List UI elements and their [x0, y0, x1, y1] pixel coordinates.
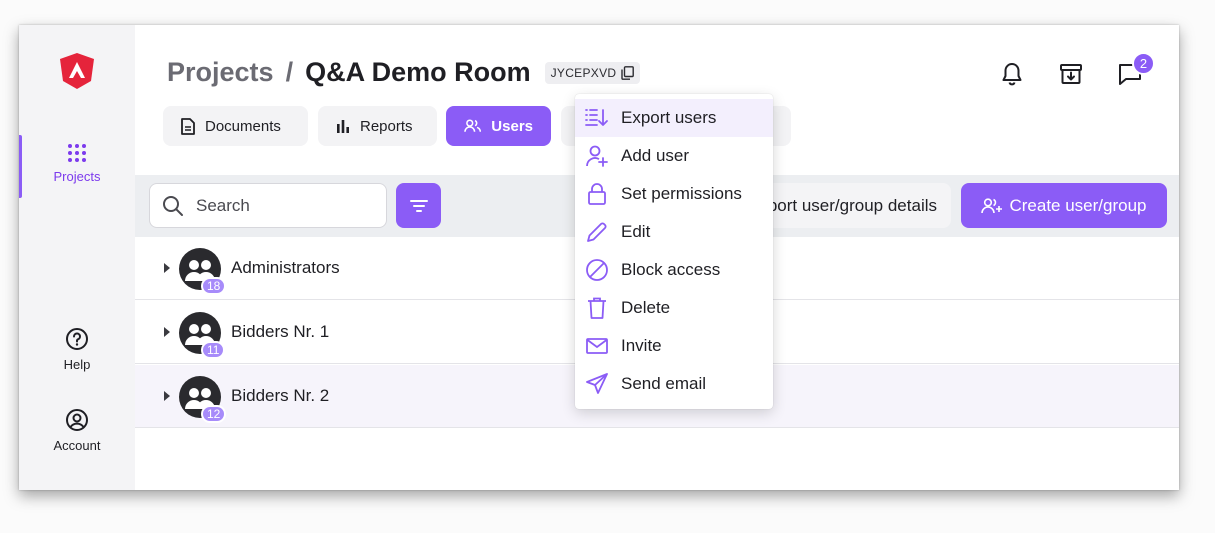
menu-item-delete[interactable]: Delete	[575, 289, 773, 327]
caret-right-icon[interactable]	[163, 327, 171, 337]
breadcrumb: Projects / Q&A Demo Room JYCEPXVD	[167, 57, 641, 88]
menu-item-add-user[interactable]: Add user	[575, 137, 773, 175]
sidebar-item-help[interactable]: Help	[19, 327, 135, 372]
tab-label: Reports	[360, 117, 413, 135]
help-circle-icon	[66, 328, 88, 350]
bell-icon[interactable]	[999, 61, 1025, 87]
caret-right-icon[interactable]	[163, 263, 171, 273]
menu-item-label: Export users	[621, 108, 717, 127]
menu-item-invite[interactable]: Invite	[575, 327, 773, 365]
pencil-icon	[587, 222, 607, 242]
member-count-badge: 18	[201, 277, 227, 295]
users-icon	[464, 119, 482, 132]
sidebar-item-account[interactable]: Account	[19, 408, 135, 453]
account-circle-icon	[66, 409, 88, 431]
lock-icon	[588, 183, 606, 205]
member-count-badge: 12	[201, 405, 227, 423]
menu-item-label: Invite	[621, 336, 662, 355]
grid-dots-icon	[68, 144, 86, 162]
menu-item-label: Send email	[621, 374, 707, 393]
export-list-icon	[585, 109, 608, 126]
group-name[interactable]: Bidders Nr. 1	[231, 322, 329, 342]
caret-right-icon[interactable]	[163, 391, 171, 401]
sidebar: Projects Help Account	[19, 25, 135, 490]
member-count-badge: 11	[201, 341, 226, 359]
menu-item-label: Add user	[621, 146, 690, 165]
page-title: Q&A Demo Room	[305, 57, 531, 87]
trash-icon	[588, 297, 606, 319]
search-input[interactable]: Search	[149, 183, 387, 228]
menu-item-label: Block access	[621, 260, 721, 279]
breadcrumb-separator: /	[285, 57, 294, 87]
export-details-label: Export user/group details	[748, 195, 937, 215]
room-code: JYCEPXVD	[550, 65, 617, 80]
menu-item-label: Edit	[621, 222, 651, 241]
menu-item-set-permissions[interactable]: Set permissions	[575, 175, 773, 213]
search-icon	[163, 195, 183, 216]
bar-chart-icon	[337, 120, 349, 133]
tab-reports[interactable]: Reports	[318, 106, 437, 146]
mail-icon	[586, 338, 608, 354]
copy-icon[interactable]	[621, 65, 635, 80]
room-code-badge[interactable]: JYCEPXVD	[544, 61, 641, 84]
archive-download-icon[interactable]	[1058, 61, 1084, 87]
app-window: Projects Help Account Projects / Q&A Dem…	[19, 25, 1179, 490]
document-icon	[181, 117, 195, 135]
tab-users[interactable]: Users	[446, 106, 551, 146]
add-users-icon	[981, 197, 1003, 213]
create-button-label: Create user/group	[1009, 195, 1147, 215]
sidebar-item-label: Account	[53, 438, 101, 453]
menu-item-export-users[interactable]: Export users	[575, 99, 773, 137]
filter-icon	[409, 199, 428, 212]
menu-item-block-access[interactable]: Block access	[575, 251, 773, 289]
menu-item-label: Delete	[621, 298, 671, 317]
search-placeholder: Search	[196, 195, 250, 215]
tab-label: Documents	[205, 117, 281, 135]
sidebar-item-label: Help	[63, 357, 91, 372]
filter-button[interactable]	[396, 183, 441, 228]
sidebar-item-projects[interactable]: Projects	[19, 143, 135, 184]
send-icon	[586, 373, 608, 394]
tab-label: Users	[491, 117, 533, 135]
group-name[interactable]: Administrators	[231, 258, 340, 278]
sidebar-item-label: Projects	[53, 169, 101, 184]
breadcrumb-projects-link[interactable]: Projects	[167, 57, 274, 88]
add-user-icon	[586, 145, 608, 167]
menu-item-label: Set permissions	[621, 184, 742, 203]
create-user-group-button[interactable]: Create user/group	[961, 183, 1167, 228]
app-logo[interactable]	[57, 51, 97, 91]
menu-item-send-email[interactable]: Send email	[575, 365, 773, 403]
block-icon	[586, 259, 608, 281]
menu-item-edit[interactable]: Edit	[575, 213, 773, 251]
notification-count-badge: 2	[1132, 52, 1155, 75]
group-name[interactable]: Bidders Nr. 2	[231, 386, 329, 406]
context-menu: Export users Add user Set permissions Ed…	[575, 94, 773, 409]
tab-documents[interactable]: Documents	[163, 106, 308, 146]
